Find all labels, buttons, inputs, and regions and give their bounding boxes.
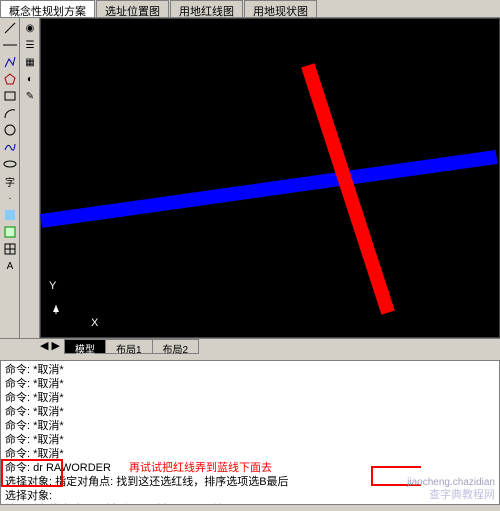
ellipse-icon[interactable]	[2, 156, 18, 172]
hatch-icon[interactable]	[2, 207, 18, 223]
tab-status[interactable]: 用地现状图	[244, 0, 317, 17]
tab-redline[interactable]: 用地红线图	[170, 0, 243, 17]
rect-icon[interactable]	[2, 88, 18, 104]
tab-layout2[interactable]: 布局2	[152, 339, 200, 354]
tool-d-icon[interactable]: ◐	[22, 71, 38, 87]
layout-tabs: ◀ ▶ 模型 布局1 布局2	[0, 338, 500, 354]
polygon-icon[interactable]	[2, 71, 18, 87]
ucs-y-label: Y	[49, 280, 56, 292]
command-window[interactable]: 命令: *取消* 命令: *取消* 命令: *取消* 命令: *取消* 命令: …	[0, 360, 500, 505]
drawing-canvas[interactable]: Y X	[40, 18, 500, 338]
ucs-x-label: X	[91, 317, 98, 329]
blue-line-object[interactable]	[40, 150, 497, 228]
cmd-line: 命令: *取消*	[5, 363, 495, 377]
tool-c-icon[interactable]: ▦	[22, 54, 38, 70]
top-tabs: 概念性规划方案 选址位置图 用地红线图 用地现状图	[0, 0, 500, 18]
main-area: 字 · A ◉ ☰ ▦ ◐ ✎ Y X	[0, 18, 500, 338]
modify-toolbar: ◉ ☰ ▦ ◐ ✎	[20, 18, 40, 338]
cmd-line: 命令: *取消*	[5, 405, 495, 419]
cmd-line: 输入对象排序选项 [对象上(A)/对象下(U)/最前(F)/最后(B)] <最后…	[5, 503, 495, 505]
cmd-line: 命令: *取消*	[5, 447, 495, 461]
cmd-line: 命令: *取消*	[5, 433, 495, 447]
cmd-line: 命令: *取消*	[5, 377, 495, 391]
arc-icon[interactable]	[2, 105, 18, 121]
draw-toolbar: 字 · A	[0, 18, 20, 338]
tab-concept[interactable]: 概念性规划方案	[0, 0, 95, 17]
tab-layout1[interactable]: 布局1	[105, 339, 153, 354]
annotation-text: 再试试把红线弄到蓝线下面去	[129, 461, 272, 475]
table-icon[interactable]	[2, 241, 18, 257]
cmd-line: 命令: *取消*	[5, 419, 495, 433]
region-icon[interactable]	[2, 224, 18, 240]
mtext-icon[interactable]: A	[2, 258, 18, 274]
ucs-icon	[51, 300, 65, 317]
cmd-line: 选择对象:	[5, 489, 495, 503]
watermark-text: 查字典教程网	[429, 488, 495, 502]
spline-icon[interactable]	[2, 139, 18, 155]
tool-e-icon[interactable]: ✎	[22, 88, 38, 104]
line-icon[interactable]	[2, 20, 18, 36]
pline-icon[interactable]	[2, 54, 18, 70]
circle-icon[interactable]	[2, 122, 18, 138]
xline-icon[interactable]	[2, 37, 18, 53]
cmd-line: 命令: *取消*	[5, 391, 495, 405]
tab-model[interactable]: 模型	[64, 339, 106, 354]
tool-a-icon[interactable]: ◉	[22, 20, 38, 36]
point-icon[interactable]: ·	[2, 190, 18, 206]
annotation-box	[1, 459, 63, 487]
tool-b-icon[interactable]: ☰	[22, 37, 38, 53]
tab-location[interactable]: 选址位置图	[96, 0, 169, 17]
text-icon[interactable]: 字	[2, 173, 18, 189]
